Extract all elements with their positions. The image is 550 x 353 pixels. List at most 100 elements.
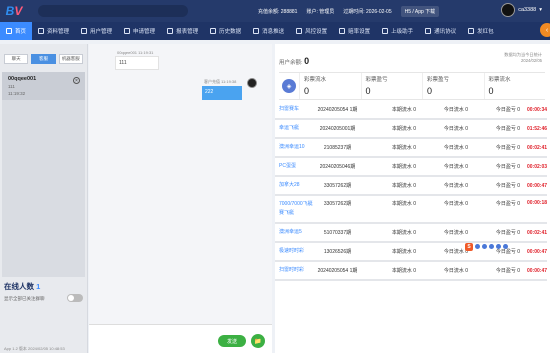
table-row[interactable]: 扫雷时时彩 20240205054 1期 本期流水 0 今日流水 0 今日盈亏 0 00:… <box>275 262 547 281</box>
table-row[interactable]: PC蛋蛋 20240205046期 本期流水 0 今日流水 0 今日盈亏 0 00:02:… <box>275 158 547 177</box>
user-balance: 用户余额: 0 <box>279 56 309 66</box>
today-flow: 今日流水 0 <box>443 230 468 236</box>
lottery-link[interactable]: 幸运飞艇 <box>275 124 314 133</box>
message-input[interactable]: 发送 📁 <box>89 324 272 353</box>
lottery-link[interactable]: 澳洲幸运10 <box>275 143 314 152</box>
balance-info: 充值余额: 288881 <box>258 8 298 15</box>
stat-label: 彩票盈亏 <box>365 77 388 83</box>
today-flow: 今日流水 0 <box>443 201 468 207</box>
stat-value: 0 <box>427 86 433 96</box>
today-profit: 今日盈亏 0 <box>495 107 520 113</box>
lottery-name: 7000/7000飞艇 <box>279 201 313 207</box>
countdown: 00:02:03 <box>526 163 547 170</box>
nav-item-6[interactable]: 消息推送 <box>247 22 290 40</box>
nav-item-label: 风控设置 <box>305 29 328 35</box>
top-search-bar[interactable] <box>38 5 188 17</box>
ime-dot-icon[interactable] <box>475 244 480 249</box>
tab-chat[interactable]: 聊天 <box>4 54 29 64</box>
period-flow: 本期流水 0 <box>391 268 416 274</box>
user-menu[interactable]: ca3388 ▾ <box>501 3 542 17</box>
history-icon <box>210 28 217 34</box>
message-meta: 00qqee001 11:19:31 <box>117 50 154 55</box>
lottery-link[interactable]: 扫雷赛车 <box>275 105 314 114</box>
lottery-link[interactable]: 7000/7000飞艇 赛飞艇 <box>275 200 314 218</box>
period-flow: 本期流水 0 <box>391 230 416 236</box>
period-flow: 本期流水 0 <box>391 107 416 113</box>
ime-dot-icon[interactable] <box>503 244 508 249</box>
tab-service[interactable]: 客服 <box>31 54 56 64</box>
nav-item-label: 资料管理 <box>47 29 70 35</box>
expire-info: 过期时间: 2026-02-05 <box>343 8 392 15</box>
session-last-message: 111 <box>8 84 15 89</box>
table-row[interactable]: 澳洲幸运5 51070337期 本期流水 0 今日流水 0 今日盈亏 0 00:02:41 <box>275 224 547 243</box>
lottery-link[interactable]: PC蛋蛋 <box>275 162 314 171</box>
today-flow: 今日流水 0 <box>443 145 468 151</box>
lottery-link[interactable]: 扫雷时时彩 <box>275 266 314 275</box>
message-icon <box>253 28 260 34</box>
sogou-icon[interactable]: S <box>465 242 473 251</box>
nav-item-7[interactable]: 风控设置 <box>290 22 333 40</box>
table-row[interactable]: 澳洲幸运10 21085237期 本期流水 0 今日流水 0 今日盈亏 0 00:02:4… <box>275 139 547 158</box>
user-icon <box>81 28 88 34</box>
home-icon <box>6 28 12 34</box>
nav-item-label: 消息推送 <box>262 29 285 35</box>
nav-item-3[interactable]: 申请管理 <box>118 22 161 40</box>
report-icon <box>167 28 174 34</box>
nav-item-label: 赔率设置 <box>348 29 371 35</box>
online-filter-toggle[interactable] <box>67 294 83 302</box>
lottery-link[interactable]: 澳洲幸运5 <box>275 228 314 237</box>
lottery-link[interactable]: 极速时时彩 <box>275 247 314 256</box>
nav-item-label: 上级助手 <box>391 29 414 35</box>
close-icon[interactable]: × <box>73 77 80 84</box>
nav-item-4[interactable]: 报表管理 <box>161 22 204 40</box>
period-flow: 本期流水 0 <box>391 164 416 170</box>
stat-card: 彩票流水 0 <box>483 73 546 99</box>
folder-icon[interactable]: 📁 <box>251 334 265 348</box>
chevron-left-icon[interactable]: ‹ <box>540 23 550 37</box>
period-flow: 本期流水 0 <box>391 126 416 132</box>
send-button[interactable]: 发送 <box>218 335 246 347</box>
nav-item-8[interactable]: 赔率设置 <box>333 22 376 40</box>
nav-item-1[interactable]: 资料管理 <box>32 22 75 40</box>
nav-item-11[interactable]: 发红包 <box>462 22 500 40</box>
stats-panel: 用户余额: 0 数据均为当今日统计 2024/02/05 ◈ 彩票流水 0 彩票盈亏… <box>275 44 550 353</box>
period: 21085237期 <box>323 145 352 151</box>
today-profit: 今日盈亏 0 <box>495 230 520 236</box>
redpacket-icon <box>468 28 475 34</box>
today-flow: 今日流水 0 <box>443 183 468 189</box>
ime-dot-icon[interactable] <box>496 244 501 249</box>
app-logo[interactable]: BV <box>0 0 28 22</box>
lottery-table: 扫雷赛车 20240205054 1期 本期流水 0 今日流水 0 今日盈亏 0 00:0… <box>275 101 547 281</box>
today-profit: 今日盈亏 0 <box>495 201 520 207</box>
lottery-name: PC蛋蛋 <box>279 163 296 169</box>
ime-dot-icon[interactable] <box>482 244 487 249</box>
online-count-label: 在线人数 1 <box>4 281 40 292</box>
today-flow: 今日流水 0 <box>443 268 468 274</box>
stats-summary: ◈ 彩票流水 0 彩票盈亏 0 彩票盈亏 0 彩票流水 0 <box>279 72 545 100</box>
today-profit: 今日盈亏 0 <box>495 126 520 132</box>
nav-item-2[interactable]: 用户管理 <box>75 22 118 40</box>
tab-robot-service[interactable]: 机器客服 <box>58 54 83 64</box>
list-item[interactable]: 00qqee001 111 11:19:32 × <box>2 72 85 100</box>
nav-item-0[interactable]: 首页 <box>0 22 33 40</box>
nav-item-label: 历史数据 <box>219 29 242 35</box>
period-flow: 本期流水 0 <box>391 145 416 151</box>
logo-letter-b: B <box>5 4 15 18</box>
nav-item-9[interactable]: 上级助手 <box>376 22 419 40</box>
table-row[interactable]: 幸运飞艇 20240205001期 本期流水 0 今日流水 0 今日盈亏 0 01:52:… <box>275 120 547 139</box>
lottery-link[interactable]: 加拿大28 <box>275 181 314 190</box>
ime-dot-icon[interactable] <box>489 244 494 249</box>
nav-item-10[interactable]: 通讯协议 <box>419 22 462 40</box>
table-row[interactable]: 加拿大28 33057262期 本期流水 0 今日流水 0 今日盈亏 0 00:00:47 <box>275 177 547 196</box>
download-button[interactable]: H5 / App 下载 <box>400 5 440 17</box>
stat-value: 0 <box>365 86 371 96</box>
stats-icon: ◈ <box>279 73 299 99</box>
table-row[interactable]: 扫雷赛车 20240205054 1期 本期流水 0 今日流水 0 今日盈亏 0 00:0… <box>275 101 547 120</box>
today-profit: 今日盈亏 0 <box>495 164 520 170</box>
session-time: 11:19:32 <box>8 91 26 96</box>
table-row[interactable]: 7000/7000飞艇 赛飞艇 33057262期 本期流水 0 今日流水 0 今日盈亏 … <box>275 196 547 224</box>
nav-item-5[interactable]: 历史数据 <box>204 22 247 40</box>
nav-item-label: 报表管理 <box>176 29 199 35</box>
message-bubble-outgoing: 222 <box>202 86 242 100</box>
shield-icon <box>296 28 303 34</box>
